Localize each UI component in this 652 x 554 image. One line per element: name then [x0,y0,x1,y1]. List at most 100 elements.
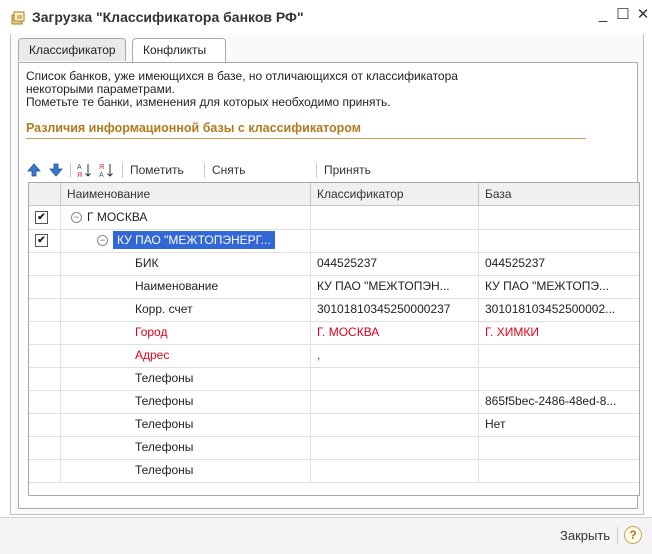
base-cell [479,229,639,252]
column-header-classifier[interactable]: Классификатор [311,183,479,205]
base-cell: Г. ХИМКИ [485,325,539,339]
name-cell: Телефоны [61,436,311,459]
check-cell [29,367,61,390]
grid-header: Наименование Классификатор База [29,183,639,206]
classifier-cell: 044525237 [311,252,479,275]
table-row[interactable]: Адрес, [29,344,639,368]
table-row[interactable]: Телефоны [29,367,639,391]
classifier-cell: Г. МОСКВА [311,321,479,344]
sort-desc-icon[interactable]: Я A [98,161,116,179]
row-name: Телефоны [135,417,194,431]
base-cell: 301018103452500002... [485,302,616,316]
window-title: Загрузка "Классификатора банков РФ" [32,9,304,25]
footer-bar: Закрыть ? [0,517,652,554]
toolbar-separator [204,163,205,178]
title-bar: Загрузка "Классификатора банков РФ" _ ☐ … [0,0,652,34]
row-name: КУ ПАО "МЕЖТОПЭНЕРГ... [113,231,275,249]
differences-grid[interactable]: Наименование Классификатор База ✔ − Г МОСК… [28,182,640,496]
name-cell: Телефоны [61,459,311,482]
row-name: Телефоны [135,371,194,385]
tab-classifier[interactable]: Классификатор [18,38,126,61]
row-name: Корр. счет [135,302,193,316]
table-row[interactable]: Город Г. МОСКВА Г. ХИМКИ [29,321,639,345]
classifier-cell [311,436,479,459]
table-row[interactable]: ✔ − КУ ПАО "МЕЖТОПЭНЕРГ... [29,229,639,253]
accept-changes-button[interactable]: Принять изменения [324,160,384,197]
check-cell [29,275,61,298]
name-cell: − КУ ПАО "МЕЖТОПЭНЕРГ... [61,229,311,252]
column-header-base[interactable]: База [479,183,639,205]
check-cell: ✔ [29,229,61,252]
check-cell [29,436,61,459]
tab-conflicts[interactable]: Конфликты [132,38,226,62]
check-cell [29,390,61,413]
base-cell [479,367,639,390]
footer-separator [617,527,618,544]
collapse-toggle-icon[interactable]: − [71,212,82,224]
row-name: Город [135,325,168,339]
check-cell [29,252,61,275]
table-row[interactable]: Телефоны 865f5bec-2486-48ed-8... [29,390,639,414]
row-name: Телефоны [135,463,194,477]
svg-text:A: A [77,164,82,171]
check-cell [29,298,61,321]
collapse-toggle-icon[interactable]: − [97,235,108,247]
arrow-down-icon[interactable] [48,162,64,178]
table-row[interactable]: ✔ − Г МОСКВА [29,206,639,230]
base-cell [479,436,639,459]
table-row[interactable]: БИК 044525237 044525237 [29,252,639,276]
row-checkbox[interactable]: ✔ [35,211,48,224]
unmark-button[interactable]: Снять пометки [212,160,257,197]
row-name: БИК [135,256,159,270]
name-cell: Телефоны [61,367,311,390]
classifier-cell [311,459,479,482]
close-window-button[interactable]: ✕ [634,6,652,24]
classifier-cell: 30101810345250000237 [311,298,479,321]
name-cell: Адрес [61,344,311,367]
row-name: Телефоны [135,394,194,408]
description: Список банков, уже имеющихся в базе, но … [26,70,626,109]
table-row[interactable]: Корр. счет 30101810345250000237 3010181034… [29,298,639,322]
toolbar-separator [122,163,123,178]
classifier-cell [311,367,479,390]
name-cell: Корр. счет [61,298,311,321]
base-cell [479,206,639,229]
arrow-up-icon[interactable] [26,162,42,178]
minimize-button[interactable]: _ [594,6,612,24]
row-name: Г МОСКВА [87,210,148,224]
column-header-name[interactable]: Наименование [61,183,311,205]
check-cell [29,459,61,482]
table-row[interactable]: Телефоны [29,459,639,483]
app-icon [11,11,25,25]
toolbar-separator [316,163,317,178]
base-cell: КУ ПАО "МЕЖТОПЭ... [485,279,609,293]
help-icon[interactable]: ? [624,526,642,544]
section-divider [26,138,586,139]
row-checkbox[interactable]: ✔ [35,234,48,247]
name-cell: Город [61,321,311,344]
check-cell [29,344,61,367]
maximize-button[interactable]: ☐ [614,6,632,24]
name-cell: Телефоны [61,413,311,436]
svg-text:Я: Я [99,164,104,171]
table-row[interactable]: Телефоны Нет [29,413,639,437]
row-name: Телефоны [135,440,194,454]
name-cell: − Г МОСКВА [61,206,311,229]
description-line: Пометьте те банки, изменения для которых… [26,95,391,109]
classifier-cell: , [311,344,479,367]
row-name: Адрес [135,348,170,362]
sort-asc-icon[interactable]: A Я [76,161,94,179]
name-cell: Телефоны [61,390,311,413]
classifier-cell: КУ ПАО "МЕЖТОПЭН... [311,275,479,298]
close-button[interactable]: Закрыть [560,528,610,543]
base-cell [479,344,639,367]
svg-text:A: A [99,172,104,179]
table-row[interactable]: Телефоны [29,436,639,460]
table-row[interactable]: Наименование КУ ПАО "МЕЖТОПЭН... КУ ПАО "М… [29,275,639,299]
header-check-column [29,183,61,205]
mark-button[interactable]: Пометить [130,160,184,180]
name-cell: БИК [61,252,311,275]
classifier-cell [311,229,479,252]
toolbar-separator [70,163,71,178]
name-cell: Наименование [61,275,311,298]
